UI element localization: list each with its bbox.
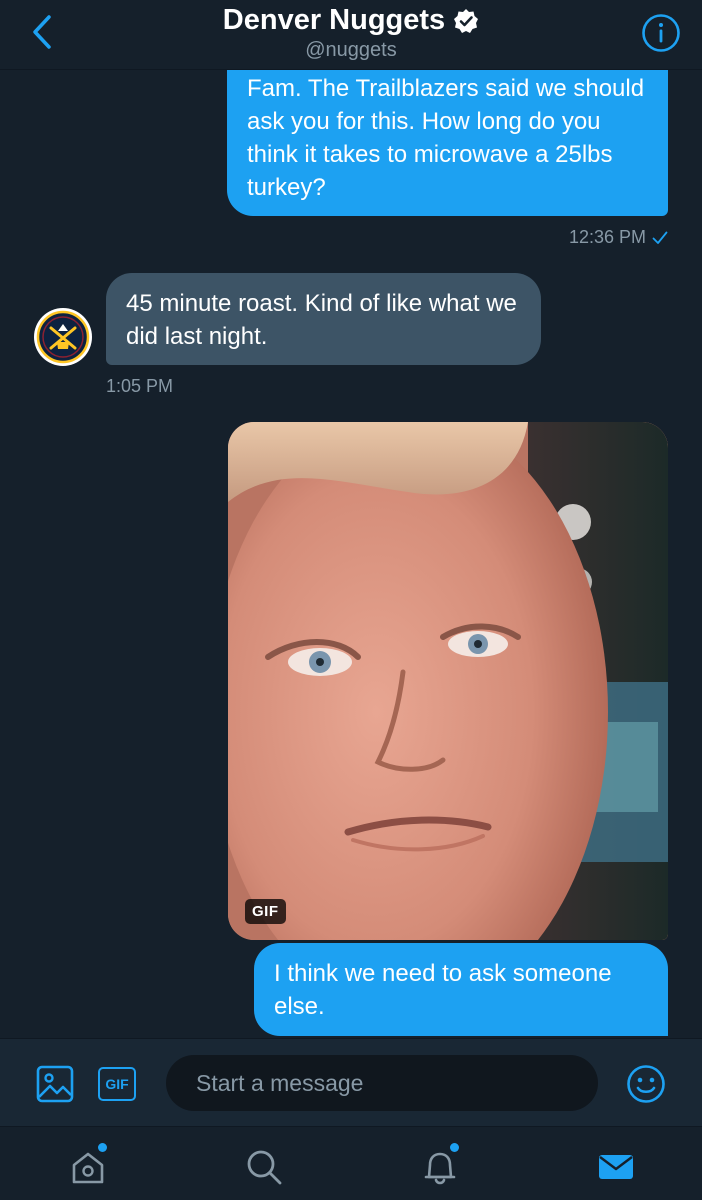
avatar[interactable] <box>34 308 92 366</box>
emoji-button[interactable] <box>626 1064 666 1104</box>
add-photo-button[interactable] <box>35 1064 75 1104</box>
gif-icon: GIF <box>98 1067 136 1101</box>
message-timestamp: 12:36 PM <box>569 227 668 248</box>
notifications-dot <box>450 1143 459 1152</box>
envelope-icon <box>599 1155 633 1179</box>
nuggets-logo-icon <box>35 309 91 365</box>
gif-icon-label: GIF <box>105 1076 129 1092</box>
message-composer: GIF <box>0 1038 702 1126</box>
tab-notifications[interactable] <box>418 1143 462 1189</box>
conversation-handle: @nuggets <box>305 39 397 61</box>
info-icon <box>642 14 680 52</box>
smiley-icon <box>627 1065 665 1103</box>
message-input[interactable] <box>166 1055 598 1111</box>
message-timestamp: 1:05 PM <box>106 376 174 396</box>
read-check-icon <box>652 231 668 244</box>
add-gif-button[interactable]: GIF <box>97 1064 137 1104</box>
conversation-title: Denver Nuggets <box>222 4 446 36</box>
timestamp-text: 12:36 PM <box>568 227 646 247</box>
home-notification-dot <box>98 1143 107 1152</box>
verified-badge-icon <box>454 8 479 33</box>
gif-image <box>228 422 668 940</box>
tab-home[interactable] <box>66 1143 110 1189</box>
image-icon <box>36 1065 74 1103</box>
message-bubble-outgoing[interactable]: I think we need to ask someone else. <box>254 943 668 1036</box>
conversation-title-block[interactable]: Denver Nuggets @nuggets <box>0 4 702 62</box>
bell-icon <box>424 1152 456 1185</box>
gif-media[interactable]: GIF <box>228 422 668 940</box>
tab-search[interactable] <box>242 1145 286 1189</box>
search-icon <box>247 1150 282 1185</box>
tab-messages[interactable] <box>594 1145 638 1189</box>
home-icon <box>72 1152 104 1184</box>
conversation-header: Denver Nuggets @nuggets <box>0 0 702 70</box>
message-bubble-outgoing[interactable]: Fam. The Trailblazers said we should ask… <box>227 64 668 216</box>
message-bubble-incoming[interactable]: 45 minute roast. Kind of like what we di… <box>106 273 541 365</box>
bottom-tab-bar <box>0 1126 702 1200</box>
conversation-info-button[interactable] <box>640 12 682 54</box>
gif-badge: GIF <box>245 899 286 924</box>
